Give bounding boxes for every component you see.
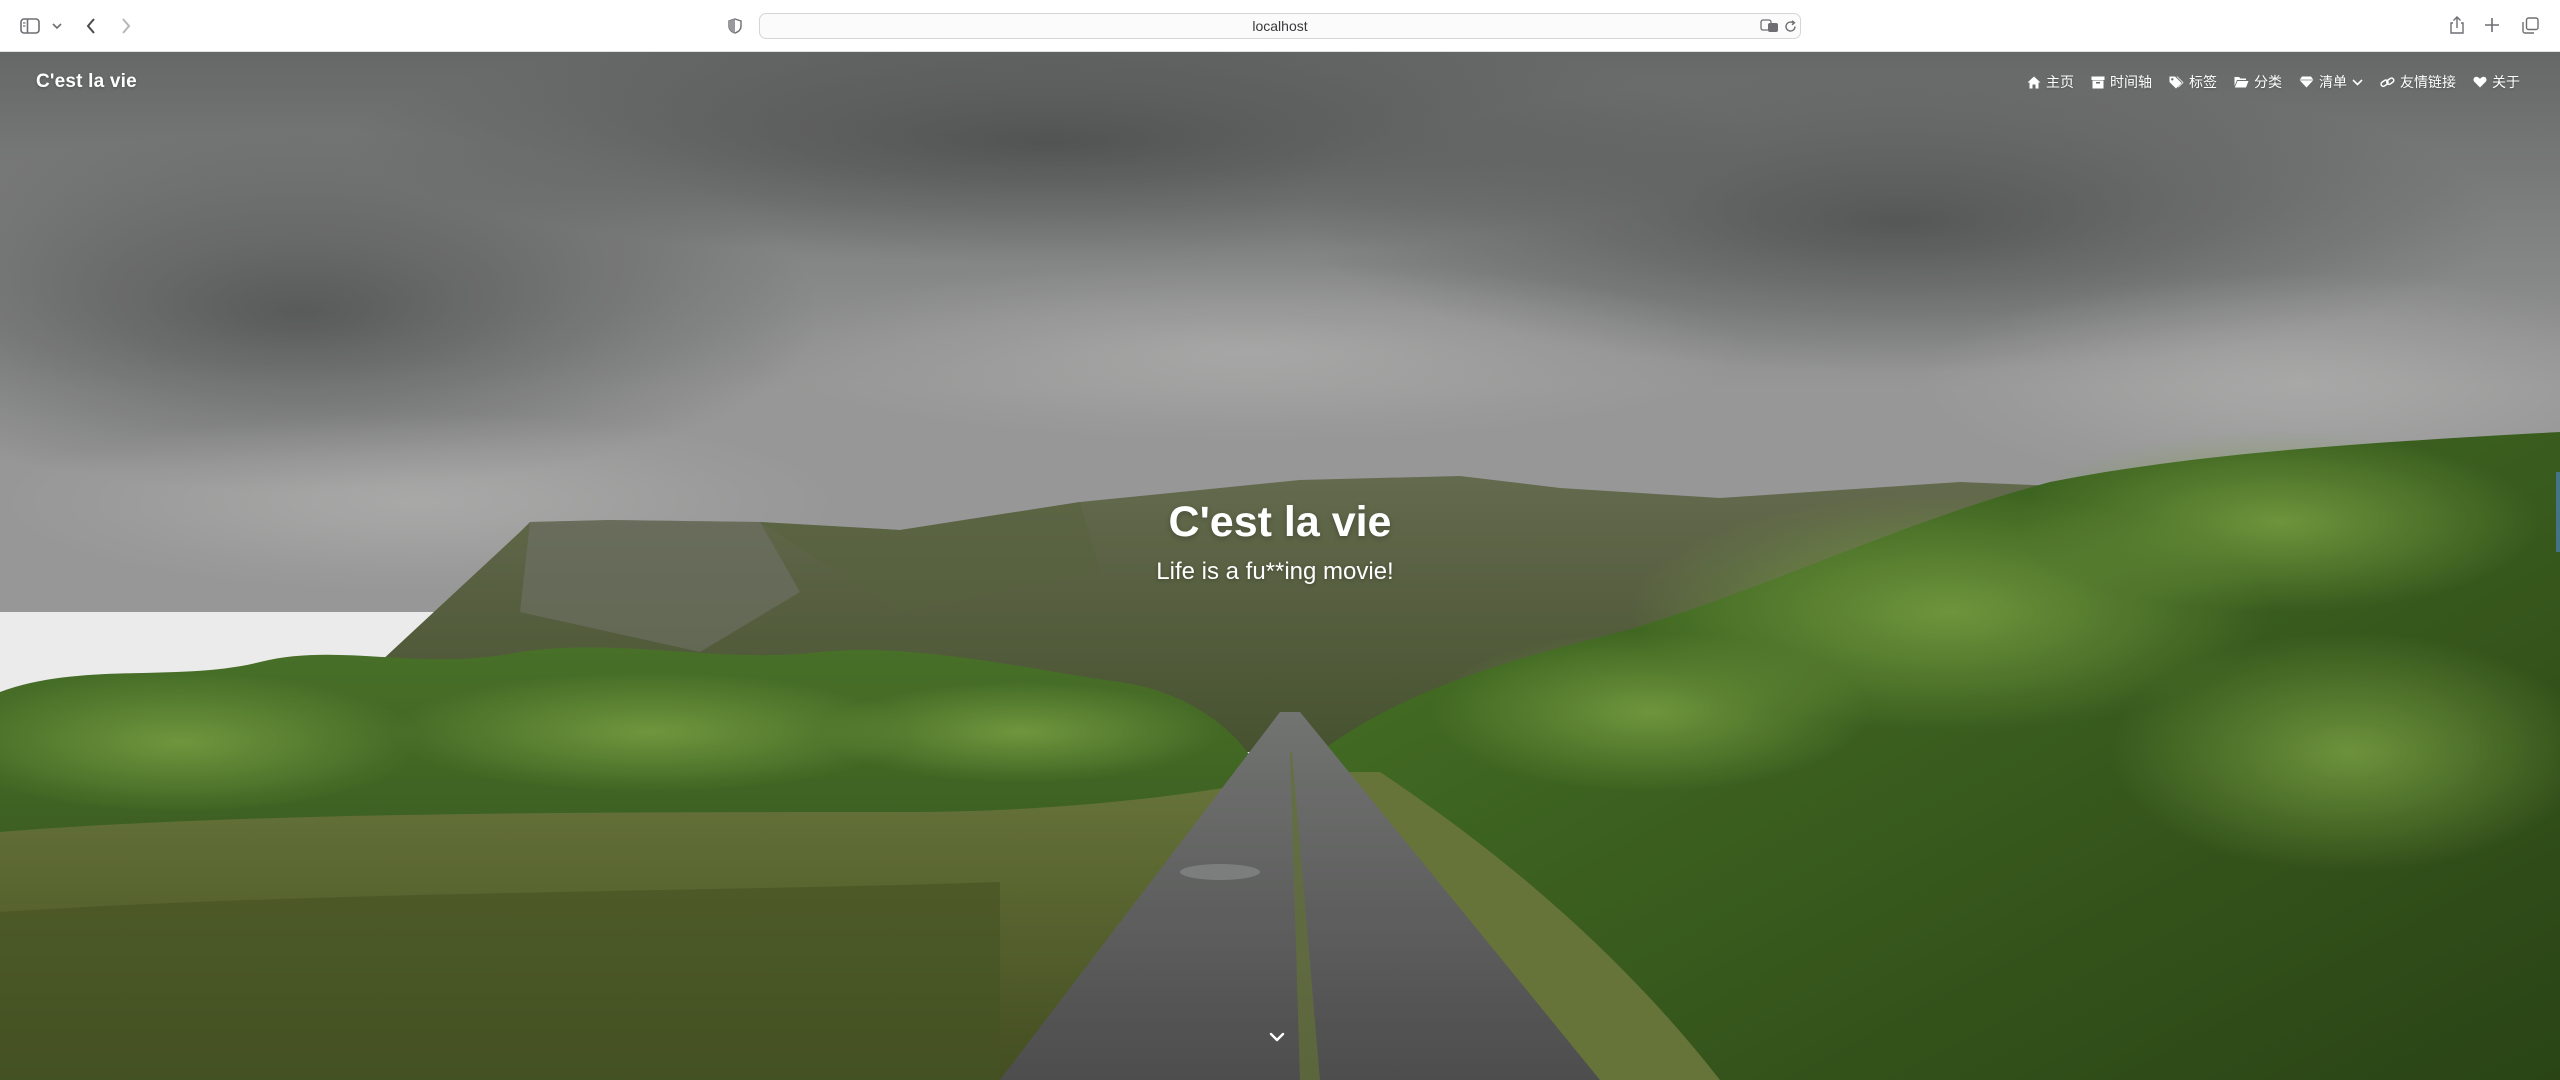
tabs-overview-icon[interactable]: [2520, 15, 2540, 35]
back-icon[interactable]: [82, 14, 100, 38]
reload-icon[interactable]: [1782, 18, 1798, 34]
nav-item-friend-links[interactable]: 友情链接: [2380, 72, 2456, 92]
chevron-down-icon: [1269, 1032, 1285, 1042]
browser-toolbar: localhost: [0, 0, 2560, 52]
site-brand[interactable]: C'est la vie: [36, 71, 137, 93]
nav-label: 时间轴: [2110, 74, 2152, 90]
hero-banner: C'est la vie 主页 时间轴 标签 分类 清单 友情链接 关于 C'e…: [0, 52, 2560, 1080]
nav-item-list[interactable]: 清单: [2299, 72, 2363, 92]
translate-icon[interactable]: [1760, 18, 1780, 34]
site-nav: 主页 时间轴 标签 分类 清单 友情链接 关于: [2027, 72, 2520, 92]
forward-icon[interactable]: [117, 14, 135, 38]
chevron-down-icon[interactable]: [51, 19, 63, 33]
scrollbar-indicator[interactable]: [2556, 472, 2560, 552]
address-bar[interactable]: localhost: [759, 13, 1801, 39]
hero-subtitle: Life is a fu**ing movie!: [1156, 558, 1394, 585]
home-icon: [2027, 76, 2041, 88]
scroll-down-button[interactable]: [1266, 1026, 1288, 1048]
nav-item-about[interactable]: 关于: [2473, 72, 2520, 92]
nav-label: 友情链接: [2400, 74, 2456, 90]
sidebar-icon[interactable]: [18, 15, 42, 37]
nav-item-categories[interactable]: 分类: [2234, 72, 2282, 92]
share-icon[interactable]: [2447, 13, 2467, 37]
nav-item-timeline[interactable]: 时间轴: [2091, 72, 2152, 92]
nav-item-tags[interactable]: 标签: [2169, 72, 2217, 92]
heart-icon: [2473, 76, 2487, 88]
hero-title: C'est la vie: [1168, 498, 1392, 546]
nav-label: 关于: [2492, 74, 2520, 90]
nav-label: 主页: [2046, 74, 2074, 90]
diamond-icon: [2299, 76, 2314, 88]
archive-icon: [2091, 76, 2105, 88]
nav-item-home[interactable]: 主页: [2027, 72, 2074, 92]
shield-icon[interactable]: [726, 16, 744, 36]
nav-label: 标签: [2189, 74, 2217, 90]
url-text: localhost: [1252, 18, 1308, 34]
nav-label: 清单: [2319, 74, 2347, 90]
link-icon: [2380, 76, 2395, 87]
nav-label: 分类: [2254, 74, 2282, 90]
folder-icon: [2234, 77, 2249, 88]
new-tab-icon[interactable]: [2483, 16, 2501, 34]
chevron-down-icon: [2352, 78, 2363, 86]
tags-icon: [2169, 76, 2184, 88]
